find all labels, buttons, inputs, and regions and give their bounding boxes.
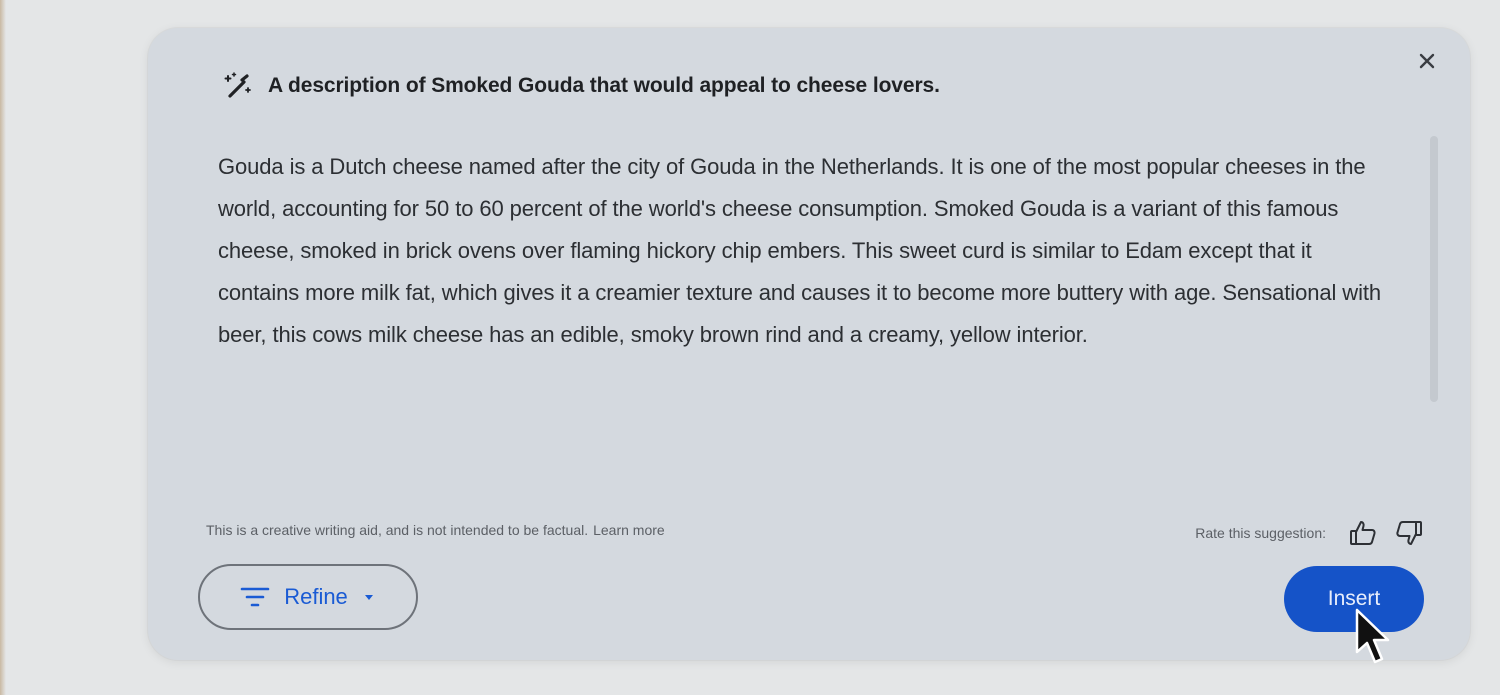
insert-button[interactable]: Insert: [1284, 566, 1424, 632]
close-button[interactable]: [1414, 48, 1440, 74]
page-edge: [0, 0, 6, 695]
caret-down-icon: [364, 595, 373, 600]
prompt-row: A description of Smoked Gouda that would…: [222, 70, 940, 102]
thumbs-up-icon: [1350, 521, 1376, 545]
thumbs-up-button[interactable]: [1346, 516, 1380, 550]
refine-label: Refine: [284, 584, 348, 609]
rating-controls: Rate this suggestion:: [1195, 516, 1426, 550]
close-icon: [1419, 53, 1435, 69]
magic-wand-icon: [222, 70, 254, 102]
help-me-write-dialog: A description of Smoked Gouda that would…: [148, 28, 1470, 660]
disclaimer: This is a creative writing aid, and is n…: [206, 522, 665, 538]
scrollbar[interactable]: [1430, 136, 1438, 402]
suggestion-text: Gouda is a Dutch cheese named after the …: [218, 154, 1381, 347]
insert-label: Insert: [1327, 587, 1381, 610]
thumbs-down-icon: [1396, 521, 1422, 545]
learn-more-link[interactable]: Learn more: [593, 522, 665, 538]
rating-label: Rate this suggestion:: [1195, 525, 1326, 541]
thumbs-down-button[interactable]: [1392, 516, 1426, 550]
disclaimer-text: This is a creative writing aid, and is n…: [206, 522, 589, 538]
prompt-title: A description of Smoked Gouda that would…: [268, 74, 940, 97]
refine-button[interactable]: Refine: [198, 564, 418, 630]
filter-lines-icon: [240, 587, 270, 607]
